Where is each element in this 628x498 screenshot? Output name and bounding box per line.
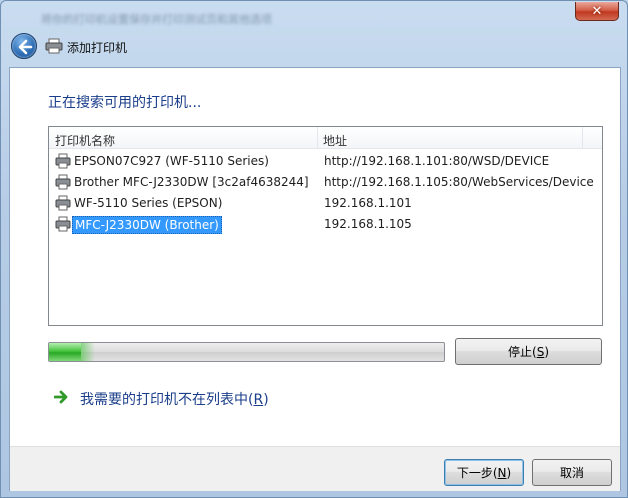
printer-address: 192.168.1.101: [324, 196, 412, 210]
next-button-label: 下一步: [456, 466, 493, 480]
search-progress-bar: [48, 342, 445, 362]
next-button[interactable]: 下一步(N): [444, 459, 524, 486]
link-label[interactable]: 我需要的打印机不在列表中: [80, 392, 248, 408]
column-header-name[interactable]: 打印机名称: [55, 132, 115, 149]
background-caption: 将你的打印机设置保存并打印测试页和其他选项: [41, 13, 272, 25]
close-button[interactable]: ✕: [575, 2, 619, 21]
back-button[interactable]: [11, 33, 37, 59]
wizard-footer: 下一步(N) 取消: [10, 446, 620, 491]
close-icon: ✕: [591, 3, 603, 19]
window-title: 添加打印机: [67, 41, 128, 55]
column-header-address[interactable]: 地址: [323, 132, 347, 149]
green-arrow-icon: [54, 390, 68, 404]
list-header: 打印机名称 地址: [49, 127, 602, 149]
printer-icon: [55, 195, 71, 211]
printer-row[interactable]: MFC-J2330DW (Brother) 192.168.1.105: [49, 214, 602, 234]
dialog-frame: 将你的打印机设置保存并打印测试页和其他选项 ✕ 添加打印机 正在搜索可用的打印机…: [0, 0, 628, 498]
stop-accelerator: S: [536, 344, 545, 359]
printer-address: 192.168.1.105: [324, 217, 412, 231]
page-heading: 正在搜索可用的打印机...: [48, 95, 202, 111]
printer-name[interactable]: WF-5110 Series (EPSON): [72, 195, 224, 211]
title-row: 添加打印机: [9, 33, 609, 61]
printer-row[interactable]: Brother MFC-J2330DW [3c2af4638244] http:/…: [49, 172, 602, 192]
cancel-button-label: 取消: [559, 466, 584, 480]
next-accelerator: N: [497, 465, 507, 480]
column-divider[interactable]: [317, 127, 318, 149]
printer-address: http://192.168.1.101:80/WSD/DEVICE: [324, 154, 550, 168]
printer-icon: [55, 216, 71, 232]
printer-name[interactable]: EPSON07C927 (WF-5110 Series): [72, 153, 271, 169]
printer-address: http://192.168.1.105:80/WebServices/Devi…: [324, 175, 594, 189]
back-arrow-icon: [18, 39, 33, 55]
link-text[interactable]: 我需要的打印机不在列表中(R): [80, 389, 269, 409]
stop-button[interactable]: 停止(S): [455, 338, 602, 365]
printer-list[interactable]: 打印机名称 地址 EPSON07C927 (WF-5110 Series) htt…: [48, 126, 603, 326]
printer-row[interactable]: EPSON07C927 (WF-5110 Series) http://192.1…: [49, 151, 602, 171]
printer-icon: [55, 153, 71, 169]
printer-name[interactable]: Brother MFC-J2330DW [3c2af4638244]: [72, 174, 311, 190]
column-divider[interactable]: [582, 127, 583, 149]
link-accelerator: R: [253, 392, 264, 408]
cancel-button[interactable]: 取消: [532, 459, 612, 486]
stop-button-label: 停止: [507, 345, 532, 359]
printer-row[interactable]: WF-5110 Series (EPSON) 192.168.1.101: [49, 193, 602, 213]
wizard-page: 正在搜索可用的打印机... 打印机名称 地址 EPSON07C927 (WF-5…: [9, 67, 621, 491]
progress-fill: [49, 343, 95, 361]
printer-icon: [45, 38, 63, 54]
printer-icon: [55, 174, 71, 190]
printer-name[interactable]: MFC-J2330DW (Brother): [72, 216, 222, 234]
